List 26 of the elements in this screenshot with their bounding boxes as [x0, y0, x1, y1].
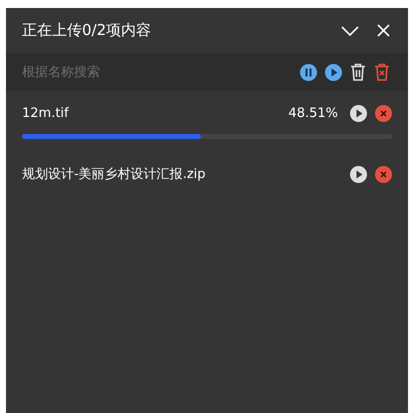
search-bar[interactable]: 根据名称搜索: [6, 53, 408, 91]
play-button[interactable]: [350, 105, 367, 122]
play-icon: [350, 166, 367, 182]
close-button[interactable]: [377, 24, 390, 37]
pause-icon: [300, 64, 317, 80]
file-name: 12m.tif: [22, 106, 70, 121]
collapse-button[interactable]: [341, 26, 359, 36]
trash-icon: [350, 63, 366, 81]
play-icon: [350, 105, 367, 122]
play-icon: [325, 64, 342, 80]
delete-all-button[interactable]: [374, 63, 390, 81]
upload-percent: 48.51%: [288, 106, 338, 121]
start-all-button[interactable]: [325, 64, 342, 80]
trash-icon: [374, 63, 390, 81]
close-icon: [377, 24, 390, 37]
cancel-button[interactable]: [375, 166, 392, 182]
cancel-button[interactable]: [375, 105, 392, 122]
search-field[interactable]: 根据名称搜索: [22, 64, 292, 80]
pause-all-button[interactable]: [300, 64, 317, 80]
cancel-icon: [375, 166, 392, 182]
file-name: 规划设计-美丽乡村设计汇报.zip: [22, 166, 207, 183]
cancel-icon: [375, 105, 392, 122]
delete-button[interactable]: [350, 63, 366, 81]
collapse-icon: [341, 26, 359, 36]
panel-title: 正在上传0/2项内容: [22, 21, 152, 40]
play-button[interactable]: [350, 166, 367, 182]
